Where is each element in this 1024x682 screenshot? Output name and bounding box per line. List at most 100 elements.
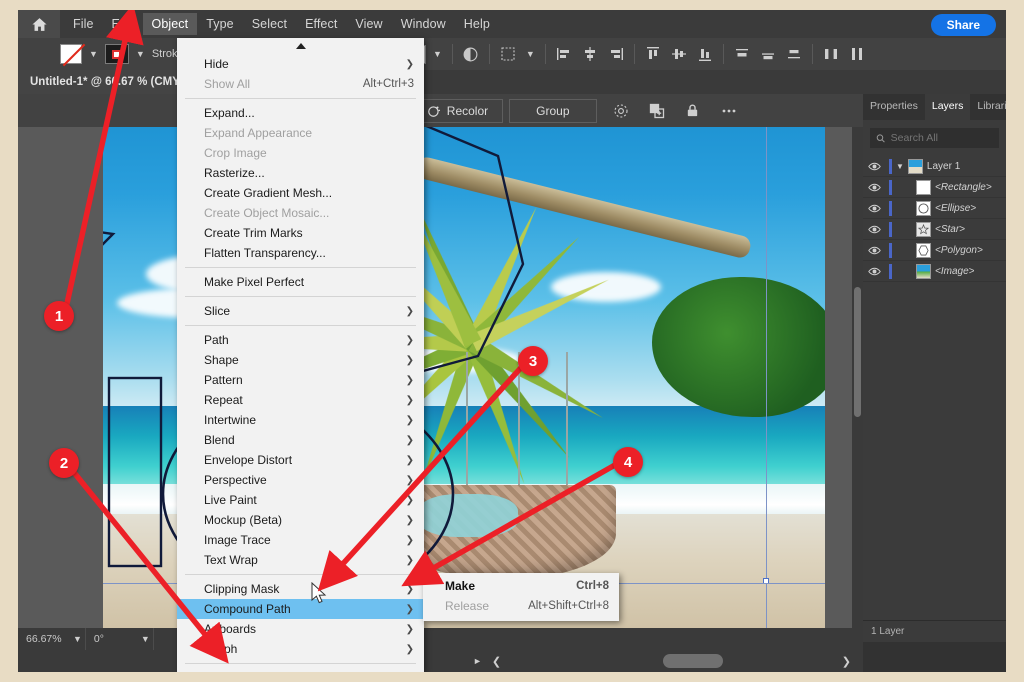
- zoom-dropdown-icon[interactable]: ▼: [70, 634, 85, 644]
- menu-item-expand[interactable]: Expand...: [177, 103, 424, 123]
- menu-item-image-trace[interactable]: Image Trace ❯: [177, 530, 424, 550]
- layer-name[interactable]: <Polygon>: [935, 245, 983, 256]
- canvas-horizontal-scrollbar[interactable]: ► ❮ ❯: [18, 650, 863, 672]
- menu-item-collect-for-export[interactable]: Collect For Export❯: [177, 668, 424, 672]
- menu-item-live-paint[interactable]: Live Paint ❯: [177, 490, 424, 510]
- menu-select[interactable]: Select: [243, 13, 296, 35]
- menu-item-mockup-beta[interactable]: Mockup (Beta) ❯: [177, 510, 424, 530]
- eye-icon[interactable]: [868, 202, 881, 215]
- opacity-icon[interactable]: [460, 43, 482, 65]
- submenu-item-release[interactable]: Release Alt+Shift+Ctrl+8: [423, 596, 619, 616]
- distribute-v-space-icon[interactable]: [846, 43, 868, 65]
- scrollbar-thumb[interactable]: [663, 654, 723, 668]
- layer-name[interactable]: <Image>: [935, 266, 974, 277]
- tab-libraries[interactable]: Libraries: [970, 94, 1006, 120]
- play-icon[interactable]: ►: [473, 656, 482, 666]
- align-center-h-icon[interactable]: [579, 43, 601, 65]
- share-button[interactable]: Share: [930, 14, 996, 36]
- menu-help[interactable]: Help: [455, 13, 499, 35]
- document-tab[interactable]: Untitled-1* @ 66.67 % (CMYK: [18, 70, 201, 94]
- menu-item-rasterize[interactable]: Rasterize...: [177, 163, 424, 183]
- align-top-icon[interactable]: [642, 43, 664, 65]
- menu-item-clipping-mask[interactable]: Clipping Mask ❯: [177, 579, 424, 599]
- menu-item-flatten-transparency[interactable]: Flatten Transparency...: [177, 243, 424, 263]
- more-options-icon[interactable]: [718, 100, 740, 122]
- eye-icon[interactable]: [868, 160, 881, 173]
- align-left-icon[interactable]: [553, 43, 575, 65]
- duplicate-icon[interactable]: [646, 100, 668, 122]
- layer-row-image[interactable]: <Image>: [863, 261, 1006, 282]
- chevron-down-icon[interactable]: ▼: [896, 162, 904, 171]
- menu-item-make-pixel-perfect[interactable]: Make Pixel Perfect: [177, 272, 424, 292]
- layer-row-layer1[interactable]: ▼ Layer 1: [863, 156, 1006, 177]
- menu-item-envelope-distort[interactable]: Envelope Distort ❯: [177, 450, 424, 470]
- layer-row-rectangle[interactable]: <Rectangle>: [863, 177, 1006, 198]
- menu-item-show-all[interactable]: Show All Alt+Ctrl+3: [177, 74, 424, 94]
- menu-effect[interactable]: Effect: [296, 13, 346, 35]
- distribute-top-icon[interactable]: [731, 43, 753, 65]
- menu-item-slice[interactable]: Slice ❯: [177, 301, 424, 321]
- tab-properties[interactable]: Properties: [863, 94, 925, 120]
- menu-item-intertwine[interactable]: Intertwine ❯: [177, 410, 424, 430]
- menu-type[interactable]: Type: [197, 13, 243, 35]
- layer-name[interactable]: <Star>: [935, 224, 965, 235]
- menu-item-repeat[interactable]: Repeat ❯: [177, 390, 424, 410]
- menu-item-perspective[interactable]: Perspective ❯: [177, 470, 424, 490]
- menu-item-expand-appearance[interactable]: Expand Appearance: [177, 123, 424, 143]
- layer-name[interactable]: Layer 1: [927, 161, 960, 172]
- fill-dropdown-icon[interactable]: ▼: [86, 49, 101, 59]
- rotation-value[interactable]: 0°: [86, 633, 138, 645]
- menu-item-compound-path[interactable]: Compound Path ❯: [177, 599, 424, 619]
- layer-row-ellipse[interactable]: <Ellipse>: [863, 198, 1006, 219]
- menu-item-shape[interactable]: Shape ❯: [177, 350, 424, 370]
- canvas-vertical-scrollbar[interactable]: [852, 127, 863, 642]
- lock-icon[interactable]: [682, 100, 704, 122]
- group-button[interactable]: Group: [509, 98, 597, 123]
- style-dropdown-icon[interactable]: ▼: [430, 49, 445, 59]
- menu-item-create-object-mosaic[interactable]: Create Object Mosaic...: [177, 203, 424, 223]
- stroke-swatch[interactable]: [104, 44, 129, 64]
- distribute-h-space-icon[interactable]: [820, 43, 842, 65]
- layer-name[interactable]: <Ellipse>: [935, 203, 976, 214]
- layer-search[interactable]: [870, 128, 999, 148]
- scrollbar-thumb[interactable]: [854, 287, 861, 417]
- align-middle-v-icon[interactable]: [668, 43, 690, 65]
- distribute-bottom-icon[interactable]: [783, 43, 805, 65]
- recolor-button[interactable]: Recolor: [411, 98, 504, 123]
- object-menu[interactable]: Hide ❯ Show All Alt+Ctrl+3 Expand... Exp…: [177, 38, 424, 672]
- submenu-item-make[interactable]: Make Ctrl+8: [423, 576, 619, 596]
- transform-icon[interactable]: [497, 43, 519, 65]
- menu-item-create-gradient-mesh[interactable]: Create Gradient Mesh...: [177, 183, 424, 203]
- scroll-up-arrow[interactable]: [177, 38, 424, 54]
- menu-item-create-trim-marks[interactable]: Create Trim Marks: [177, 223, 424, 243]
- menu-item-hide[interactable]: Hide ❯: [177, 54, 424, 74]
- distribute-center-icon[interactable]: [757, 43, 779, 65]
- search-input[interactable]: [890, 132, 993, 144]
- menu-item-graph[interactable]: Graph ❯: [177, 639, 424, 659]
- menu-item-pattern[interactable]: Pattern ❯: [177, 370, 424, 390]
- menu-item-artboards[interactable]: Artboards ❯: [177, 619, 424, 639]
- home-icon[interactable]: [18, 10, 60, 38]
- prev-artboard-icon[interactable]: ❮: [492, 655, 501, 668]
- zoom-level[interactable]: 66.67%: [18, 633, 70, 645]
- menu-view[interactable]: View: [346, 13, 391, 35]
- layer-name[interactable]: <Rectangle>: [935, 182, 992, 193]
- isolate-icon[interactable]: [610, 100, 632, 122]
- fill-swatch[interactable]: [60, 44, 82, 64]
- next-artboard-icon[interactable]: ❯: [842, 655, 851, 668]
- tab-layers[interactable]: Layers: [924, 94, 971, 120]
- menu-item-text-wrap[interactable]: Text Wrap ❯: [177, 550, 424, 570]
- layer-row-star[interactable]: <Star>: [863, 219, 1006, 240]
- eye-icon[interactable]: [868, 244, 881, 257]
- align-bottom-icon[interactable]: [694, 43, 716, 65]
- menu-object[interactable]: Object: [142, 13, 198, 35]
- menu-item-path[interactable]: Path ❯: [177, 330, 424, 350]
- layer-row-polygon[interactable]: <Polygon>: [863, 240, 1006, 261]
- transform-dropdown-icon[interactable]: ▼: [523, 49, 538, 59]
- menu-item-crop-image[interactable]: Crop Image: [177, 143, 424, 163]
- menu-item-blend[interactable]: Blend ❯: [177, 430, 424, 450]
- eye-icon[interactable]: [868, 223, 881, 236]
- stroke-dropdown-icon[interactable]: ▼: [133, 49, 148, 59]
- align-right-icon[interactable]: [605, 43, 627, 65]
- rotation-dropdown-icon[interactable]: ▼: [138, 634, 153, 644]
